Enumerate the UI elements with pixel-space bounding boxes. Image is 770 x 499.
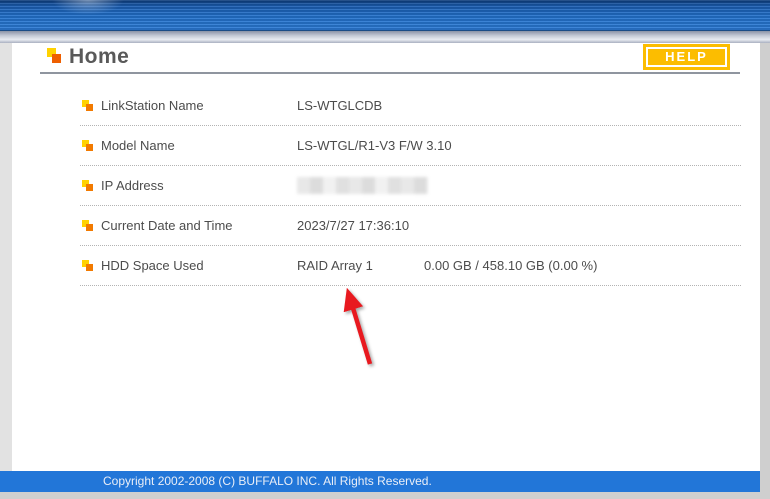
row-value: LS-WTGLCDB xyxy=(297,98,382,113)
bullet-squares-icon xyxy=(82,180,93,191)
right-margin-strip xyxy=(760,43,770,499)
row-label: IP Address xyxy=(101,178,297,193)
help-button-label: HELP xyxy=(646,47,727,67)
raid-array-value: RAID Array 1 xyxy=(297,258,424,273)
row-hdd-space: HDD Space Used RAID Array 1 0.00 GB / 45… xyxy=(80,246,741,286)
copyright-text: Copyright 2002-2008 (C) BUFFALO INC. All… xyxy=(0,474,432,488)
footer-bar: Copyright 2002-2008 (C) BUFFALO INC. All… xyxy=(0,471,760,492)
bullet-squares-icon xyxy=(82,220,93,231)
bullet-squares-icon xyxy=(82,100,93,111)
bullet-squares-icon xyxy=(82,260,93,271)
help-button[interactable]: HELP xyxy=(643,44,730,70)
buffalo-admin-page: Home HELP LinkStation Name LS-WTGLCDB Mo… xyxy=(0,0,770,499)
row-label: HDD Space Used xyxy=(101,258,297,273)
row-label: Current Date and Time xyxy=(101,218,297,233)
row-value: 2023/7/27 17:36:10 xyxy=(297,218,409,233)
title-rule xyxy=(40,72,740,74)
left-margin-strip xyxy=(0,43,12,471)
hdd-usage-value: 0.00 GB / 458.10 GB (0.00 %) xyxy=(424,258,597,273)
content-panel: Home HELP LinkStation Name LS-WTGLCDB Mo… xyxy=(12,43,760,471)
row-linkstation-name: LinkStation Name LS-WTGLCDB xyxy=(80,86,741,126)
annotation-arrow-icon xyxy=(330,279,390,374)
bottom-margin-strip xyxy=(0,492,770,499)
row-date-time: Current Date and Time 2023/7/27 17:36:10 xyxy=(80,206,741,246)
row-ip-address: IP Address xyxy=(80,166,741,206)
page-title: Home xyxy=(69,43,129,71)
row-label: LinkStation Name xyxy=(101,98,297,113)
row-label: Model Name xyxy=(101,138,297,153)
section-squares-icon xyxy=(47,48,63,64)
row-model-name: Model Name LS-WTGL/R1-V3 F/W 3.10 xyxy=(80,126,741,166)
bullet-squares-icon xyxy=(82,140,93,151)
row-value: LS-WTGL/R1-V3 F/W 3.10 xyxy=(297,138,452,153)
info-rows: LinkStation Name LS-WTGLCDB Model Name L… xyxy=(80,86,741,286)
redacted-ip-value xyxy=(297,177,428,194)
header-gloss-highlight xyxy=(52,0,124,15)
header-banner xyxy=(0,0,770,31)
header-separator-bar xyxy=(0,31,770,43)
